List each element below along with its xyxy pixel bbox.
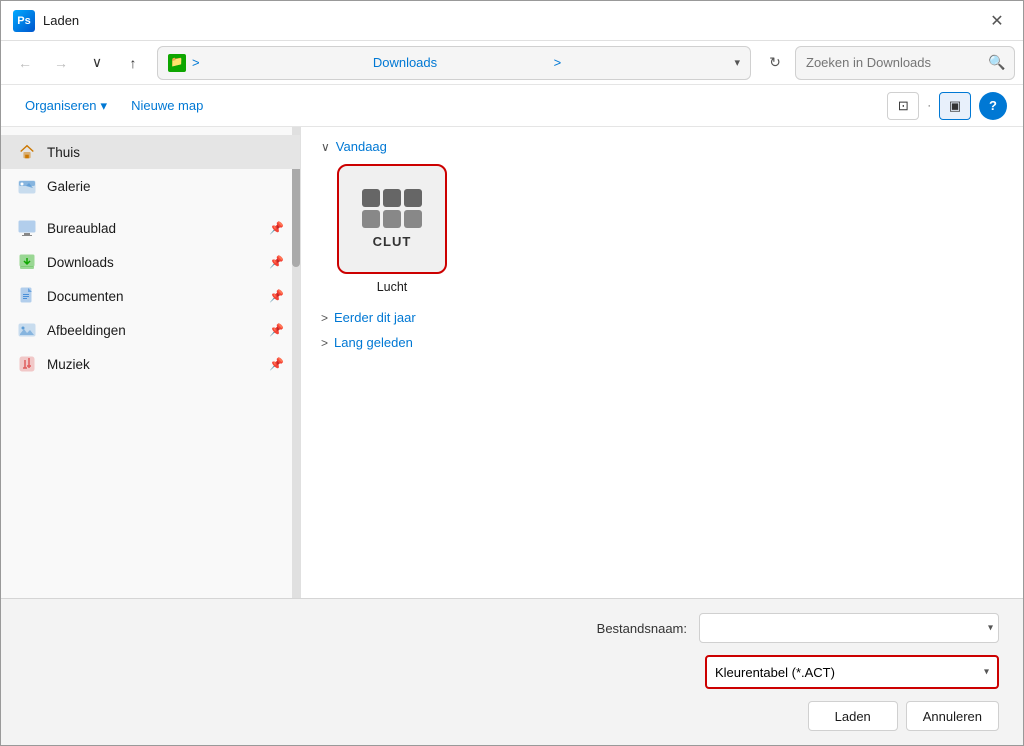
sidebar-label-muziek: Muziek [47,357,90,372]
clut-cell-6 [404,210,422,228]
organize-button[interactable]: Organiseren ▾ [17,94,115,118]
address-bar[interactable]: 📁 > Downloads > ▾ [157,46,751,80]
section-eerder-title: Eerder dit jaar [334,310,416,325]
section-eerder-chevron: > [321,311,328,325]
sidebar-item-downloads[interactable]: Downloads 📌 [1,245,300,279]
filename-input-wrapper: ▾ [699,613,999,643]
desktop-icon [17,218,37,238]
bottom-bar: Bestandsnaam: ▾ Kleurentabel (*.ACT) ▾ L… [1,598,1023,745]
filename-input[interactable] [699,613,999,643]
address-path-name: Downloads [373,55,548,70]
clut-label: CLUT [373,234,412,249]
search-icon: 🔍 [988,54,1005,71]
search-bar[interactable]: 🔍 [795,46,1015,80]
files-grid-vandaag: CLUT Lucht [321,164,1003,294]
view-icon-button[interactable]: ⊡ [887,92,919,120]
music-icon [17,354,37,374]
clut-cell-3 [404,189,422,207]
sidebar: Thuis Galerie [1,127,301,598]
sidebar-pin-afbeeldingen: 📌 [269,323,284,337]
sidebar-pin-muziek: 📌 [269,357,284,371]
refresh-button[interactable]: ↻ [759,47,791,79]
sidebar-label-galerie: Galerie [47,179,91,194]
downloads-icon [17,252,37,272]
sidebar-label-thuis: Thuis [47,145,80,160]
sidebar-pin-downloads: 📌 [269,255,284,269]
back-button[interactable]: ← [9,47,41,79]
help-button[interactable]: ? [979,92,1007,120]
forward-button[interactable]: → [45,47,77,79]
section-vandaag-chevron: ∨ [321,140,330,154]
sidebar-item-documenten[interactable]: Documenten 📌 [1,279,300,313]
main-content: Thuis Galerie [1,127,1023,598]
sidebar-label-afbeeldingen: Afbeeldingen [47,323,126,338]
gallery-icon [17,176,37,196]
action-row: Laden Annuleren [25,701,999,731]
cancel-button[interactable]: Annuleren [906,701,999,731]
navigation-bar: ← → ∨ ↑ 📁 > Downloads > ▾ ↻ 🔍 [1,41,1023,85]
filename-label: Bestandsnaam: [597,621,687,636]
clut-cell-4 [362,210,380,228]
documents-icon [17,286,37,306]
title-bar: Ps Laden ✕ [1,1,1023,41]
home-icon [17,142,37,162]
sidebar-pin-documenten: 📌 [269,289,284,303]
address-dropdown-icon[interactable]: ▾ [734,56,740,69]
file-name-lucht: Lucht [377,280,408,294]
app-icon: Ps [13,10,35,32]
section-vandaag-header[interactable]: ∨ Vandaag [321,139,1003,154]
dropdown-button[interactable]: ∨ [81,47,113,79]
search-input[interactable] [806,55,982,70]
clut-cell-2 [383,189,401,207]
sidebar-item-afbeeldingen[interactable]: Afbeeldingen 📌 [1,313,300,347]
sidebar-item-bureaublad[interactable]: Bureaublad 📌 [1,211,300,245]
images-icon [17,320,37,340]
file-item-lucht[interactable]: CLUT Lucht [337,164,447,294]
section-langgeleden-header[interactable]: > Lang geleden [321,335,1003,350]
view-dot-separator: · [927,100,931,112]
section-eerder-header[interactable]: > Eerder dit jaar [321,310,1003,325]
clut-cell-1 [362,189,380,207]
window-title: Laden [43,13,983,28]
view-panel-button[interactable]: ▣ [939,92,971,120]
address-path-separator: > [192,55,367,70]
toolbar: Organiseren ▾ Nieuwe map ⊡ · ▣ ? [1,85,1023,127]
sidebar-item-thuis[interactable]: Thuis [1,135,300,169]
clut-icon-grid [362,189,422,228]
file-area: ∨ Vandaag CLUT Lucht [301,127,1023,598]
clut-cell-5 [383,210,401,228]
close-button[interactable]: ✕ [983,7,1011,35]
filetype-row: Kleurentabel (*.ACT) ▾ [25,655,999,689]
filename-row: Bestandsnaam: ▾ [25,613,999,643]
up-button[interactable]: ↑ [117,47,149,79]
section-langgeleden-chevron: > [321,336,328,350]
address-path-suffix: > [554,55,729,70]
section-langgeleden-title: Lang geleden [334,335,413,350]
sidebar-item-muziek[interactable]: Muziek 📌 [1,347,300,381]
new-folder-button[interactable]: Nieuwe map [123,94,211,117]
sidebar-pin-bureaublad: 📌 [269,221,284,235]
address-folder-icon: 📁 [168,54,186,72]
sidebar-divider-1 [1,203,300,211]
section-vandaag-title: Vandaag [336,139,387,154]
sidebar-label-bureaublad: Bureaublad [47,221,116,236]
sidebar-label-downloads: Downloads [47,255,114,270]
file-icon-wrapper-lucht: CLUT [337,164,447,274]
load-button[interactable]: Laden [808,701,898,731]
filetype-select[interactable]: Kleurentabel (*.ACT) [707,657,997,687]
sidebar-item-galerie[interactable]: Galerie [1,169,300,203]
filetype-select-wrapper: Kleurentabel (*.ACT) ▾ [705,655,999,689]
sidebar-label-documenten: Documenten [47,289,124,304]
